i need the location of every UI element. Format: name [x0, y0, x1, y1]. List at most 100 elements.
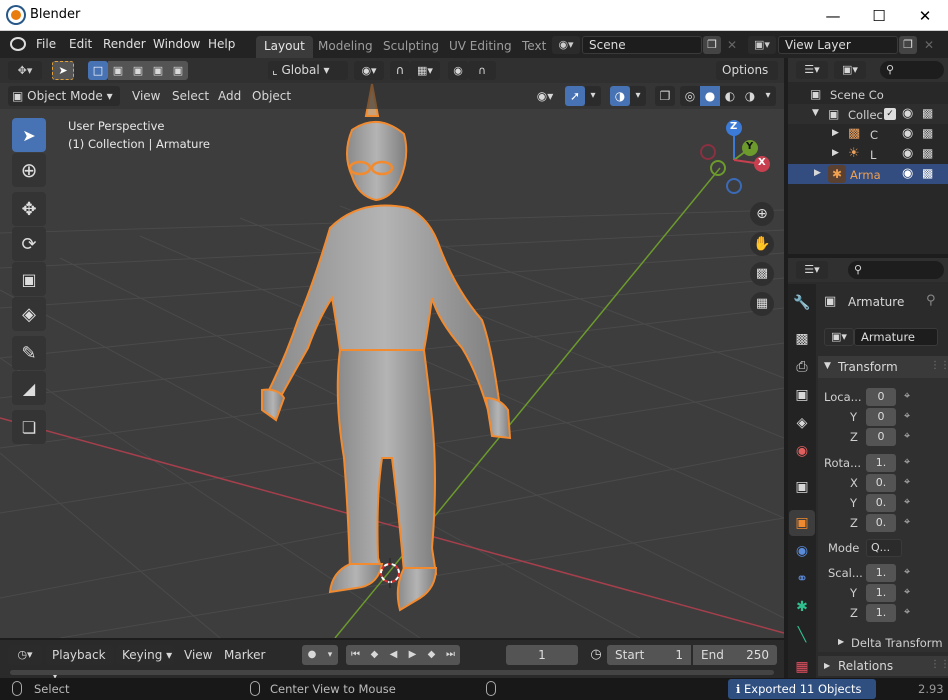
transform-orientation-dropdown[interactable]: ⌞ Global ▾	[268, 61, 348, 80]
shading-material[interactable]: ◐	[720, 86, 740, 106]
drag-handle-icon[interactable]: ⋮⋮	[930, 360, 948, 371]
overlays-dropdown[interactable]: ▾	[630, 86, 646, 106]
tab-bone[interactable]: ╲	[789, 622, 815, 648]
shading-solid[interactable]: ●	[700, 86, 720, 106]
visibility-dropdown[interactable]: ◉▾	[530, 86, 560, 106]
shading-dropdown[interactable]: ▾	[760, 86, 776, 106]
timeline-menu-view[interactable]: View	[184, 648, 212, 662]
jump-end-button[interactable]: ⏭	[441, 645, 460, 665]
select-subtract-button[interactable]: ▣	[128, 61, 148, 80]
tab-texture[interactable]: ▦	[789, 654, 815, 680]
visibility-eye-icon[interactable]: ◉	[902, 146, 913, 161]
view-layer-field[interactable]: View Layer	[778, 36, 898, 54]
navigation-gizmo[interactable]: Z Y X	[696, 120, 776, 200]
scale-y-field[interactable]: 1.	[866, 584, 896, 602]
snap-toggle[interactable]: ∩	[390, 61, 410, 80]
tab-scene[interactable]: ◈	[789, 410, 815, 436]
location-z-field[interactable]: 0	[866, 428, 896, 446]
tab-text[interactable]: Text	[514, 36, 554, 58]
visibility-eye-icon[interactable]: ◉	[902, 126, 913, 141]
minimize-button[interactable]: —	[810, 0, 856, 31]
render-camera-icon[interactable]: ▩	[922, 126, 933, 140]
menu-file[interactable]: File	[36, 37, 56, 51]
timeline-scrollbar[interactable]	[10, 670, 774, 675]
tab-constraints[interactable]: ⚭	[789, 566, 815, 592]
rotate-tool[interactable]: ⟳	[12, 227, 46, 261]
view-layer-selector-icon[interactable]: ▣▾	[748, 36, 776, 54]
snap-target-dropdown[interactable]: ▦▾	[410, 61, 440, 80]
viewport-menu-select[interactable]: Select	[172, 89, 209, 103]
tab-tool[interactable]: 🔧	[789, 290, 815, 316]
display-mode-dropdown[interactable]: ▣▾	[834, 61, 866, 79]
render-camera-icon[interactable]: ▩	[922, 146, 933, 160]
zoom-view-button[interactable]: ⊕	[750, 202, 774, 226]
tab-layout[interactable]: Layout	[256, 36, 313, 58]
proportional-edit-toggle[interactable]: ◉	[448, 61, 468, 80]
new-view-layer-icon[interactable]: ❐	[899, 36, 917, 54]
tab-object[interactable]: ▣	[789, 510, 815, 536]
render-camera-icon[interactable]: ▩	[922, 166, 933, 180]
drag-handle-icon[interactable]: ⋮⋮	[930, 659, 948, 670]
menu-window[interactable]: Window	[153, 37, 200, 51]
lock-icon[interactable]: ⌖	[904, 495, 910, 509]
menu-edit[interactable]: Edit	[69, 37, 92, 51]
maximize-button[interactable]: ☐	[856, 0, 902, 31]
current-frame-field[interactable]: 1	[506, 645, 578, 665]
camera-view-button[interactable]: ▩	[750, 262, 774, 286]
annotate-tool[interactable]: ✎	[12, 336, 46, 370]
move-tool[interactable]: ✥	[12, 192, 46, 226]
delta-transform-subpanel[interactable]: ▶ Delta Transform	[818, 632, 948, 652]
render-camera-icon[interactable]: ▩	[922, 106, 933, 120]
falloff-dropdown[interactable]: ∩	[468, 61, 496, 80]
location-y-field[interactable]: 0	[866, 408, 896, 426]
end-frame-field[interactable]: End 250	[693, 645, 777, 665]
lock-icon[interactable]: ⌖	[904, 389, 910, 403]
measure-tool[interactable]: ◢	[12, 371, 46, 405]
outliner-row-collection[interactable]: ▼ ▣ Collec ✓ ◉ ▩	[788, 104, 948, 124]
tab-physics[interactable]: ◉	[789, 538, 815, 564]
scale-x-field[interactable]: 1.	[866, 564, 896, 582]
ortho-toggle-button[interactable]: ▦	[750, 292, 774, 316]
close-button[interactable]: ✕	[902, 0, 948, 31]
scene-name-field[interactable]: Scene	[582, 36, 702, 54]
tab-world[interactable]: ◉	[789, 438, 815, 464]
play-reverse-button[interactable]: ◀	[384, 645, 403, 665]
new-scene-icon[interactable]: ❐	[703, 36, 721, 54]
select-new-button[interactable]: □	[88, 61, 108, 80]
options-dropdown[interactable]: Options ▾	[716, 61, 778, 96]
pin-icon[interactable]: ⚲	[926, 293, 936, 308]
location-x-field[interactable]: 0	[866, 388, 896, 406]
relations-panel-header[interactable]: ▶ Relations ⋮⋮	[818, 656, 948, 676]
cursor-tool[interactable]: ⊕	[12, 153, 46, 187]
rotation-mode-dropdown[interactable]: Q...	[866, 539, 902, 557]
tab-sculpting[interactable]: Sculpting	[375, 36, 447, 58]
prev-keyframe-button[interactable]: ◆	[365, 645, 384, 665]
lock-icon[interactable]: ⌖	[904, 475, 910, 489]
rotation-x-field[interactable]: 0.	[866, 474, 896, 492]
keying-dropdown[interactable]: Keying ▾	[116, 645, 174, 665]
lock-icon[interactable]: ⌖	[904, 565, 910, 579]
viewport-menu-object[interactable]: Object	[252, 89, 291, 103]
mode-dropdown[interactable]: ▣ Object Mode ▾	[8, 86, 120, 106]
transform-pivot-dropdown[interactable]: ✥▾	[8, 61, 42, 80]
expand-down-icon[interactable]: ▼	[812, 108, 819, 118]
pivot-point-dropdown[interactable]: ◉▾	[354, 61, 384, 80]
lock-icon[interactable]: ⌖	[904, 429, 910, 443]
blender-menu-icon[interactable]	[10, 37, 26, 51]
outliner-row-scene-collection[interactable]: ▣ Scene Co	[788, 84, 948, 104]
auto-keying-button[interactable]: ●	[302, 645, 322, 665]
scene-selector-icon[interactable]: ◉▾	[552, 36, 580, 54]
menu-help[interactable]: Help	[208, 37, 235, 51]
properties-editor-dropdown[interactable]: ☰▾	[796, 261, 828, 279]
scale-tool[interactable]: ▣	[12, 262, 46, 296]
3d-viewport[interactable]: ➤ ⊕ ✥ ⟳ ▣ ◈ ✎ ◢ ❏ User Perspective (1) C…	[0, 58, 784, 638]
jump-start-button[interactable]: ⏮	[346, 645, 365, 665]
tab-modeling[interactable]: Modeling	[310, 36, 381, 58]
timeline-editor-dropdown[interactable]: ◷▾	[8, 645, 42, 665]
timeline-menu-marker[interactable]: Marker	[224, 648, 265, 662]
xray-toggle[interactable]: ❐	[655, 86, 675, 106]
select-mode-button[interactable]: ➤	[52, 61, 74, 80]
tab-collection[interactable]: ▣	[789, 474, 815, 500]
visibility-eye-icon[interactable]: ◉	[902, 166, 913, 181]
next-keyframe-button[interactable]: ◆	[422, 645, 441, 665]
